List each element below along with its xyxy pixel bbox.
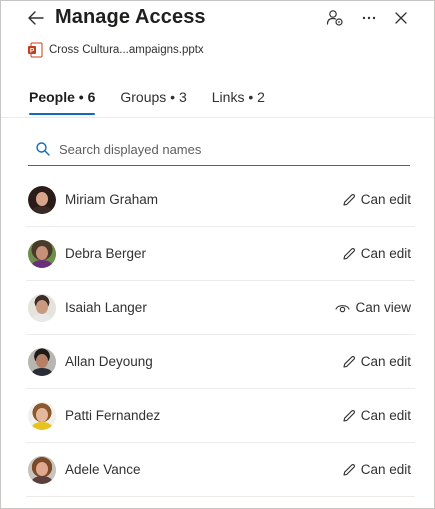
powerpoint-file-icon: P [28, 42, 43, 58]
eye-icon [335, 304, 351, 312]
svg-text:P: P [30, 48, 35, 55]
file-name: Cross Cultura...ampaigns.pptx [49, 44, 204, 56]
list-item[interactable]: Debra Berger Can edit [26, 227, 415, 281]
arrow-left-icon [28, 11, 44, 25]
tab-people[interactable]: People • 6 [29, 86, 96, 116]
panel-header: Manage Access [1, 1, 434, 37]
manage-access-panel: Manage Access P Cross Cultura...ampaigns… [0, 0, 435, 509]
search-box [28, 133, 410, 166]
tab-links[interactable]: Links • 2 [212, 86, 265, 116]
back-button[interactable] [25, 7, 47, 29]
people-settings-icon [326, 10, 343, 26]
close-icon [395, 12, 407, 24]
list-item[interactable]: Miriam Graham Can edit [26, 173, 415, 227]
person-name: Debra Berger [65, 246, 147, 261]
tab-groups[interactable]: Groups • 3 [120, 86, 186, 116]
avatar [28, 401, 56, 430]
search-icon [36, 142, 50, 156]
permission-dropdown[interactable]: Can edit [342, 354, 411, 369]
pencil-icon [343, 409, 355, 422]
person-name: Isaiah Langer [65, 300, 147, 315]
permission-dropdown[interactable]: Can edit [342, 192, 411, 207]
file-info: P Cross Cultura...ampaigns.pptx [27, 41, 204, 59]
permission-label: Can edit [360, 354, 411, 369]
permission-dropdown[interactable]: Can edit [342, 408, 411, 423]
pencil-icon [343, 247, 355, 260]
pencil-icon [343, 355, 355, 368]
list-item[interactable]: Patti Fernandez Can edit [26, 389, 415, 443]
people-list: Miriam Graham Can edit Debra Berger Can … [26, 173, 415, 497]
manage-people-button[interactable] [324, 7, 346, 29]
pencil-icon [343, 193, 355, 206]
list-item[interactable]: Allan Deyoung Can edit [26, 335, 415, 389]
avatar [28, 239, 56, 268]
avatar [28, 347, 56, 376]
tab-list: People • 6 Groups • 3 Links • 2 [29, 86, 290, 118]
permission-label: Can edit [360, 246, 411, 261]
tab-links-label: Links • 2 [211, 89, 265, 105]
page-title: Manage Access [55, 6, 206, 28]
permission-dropdown[interactable]: Can edit [342, 246, 411, 261]
permission-dropdown[interactable]: Can view [335, 300, 411, 315]
avatar [28, 455, 56, 484]
tab-people-label: People • 6 [29, 89, 96, 105]
permission-label: Can edit [360, 408, 411, 423]
more-options-button[interactable] [358, 7, 380, 29]
active-tab-indicator [29, 113, 96, 115]
pencil-icon [343, 463, 355, 476]
permission-dropdown[interactable]: Can edit [342, 462, 411, 477]
person-name: Allan Deyoung [65, 354, 153, 369]
person-name: Adele Vance [65, 462, 141, 477]
permission-label: Can view [355, 300, 411, 315]
list-item[interactable]: Isaiah Langer Can view [26, 281, 415, 335]
permission-label: Can edit [360, 462, 411, 477]
list-item[interactable]: Adele Vance Can edit [26, 443, 415, 497]
person-name: Miriam Graham [65, 192, 159, 207]
person-name: Patti Fernandez [65, 408, 161, 423]
permission-label: Can edit [360, 192, 411, 207]
tabs-divider [1, 117, 434, 118]
avatar [28, 185, 56, 214]
tab-groups-label: Groups • 3 [120, 89, 187, 105]
close-button[interactable] [390, 7, 412, 29]
search-input[interactable] [59, 141, 389, 157]
avatar [28, 293, 56, 322]
more-horizontal-icon [362, 16, 376, 20]
